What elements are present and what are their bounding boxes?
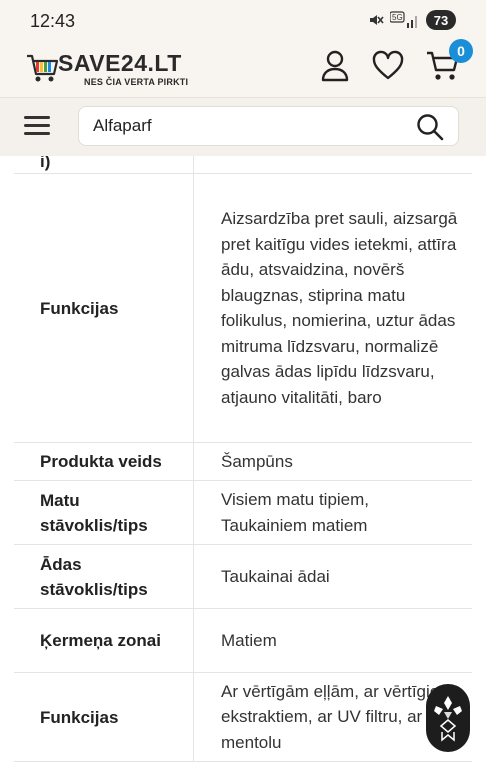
table-row: Produkta veids Šampūns [14, 443, 472, 481]
account-icon[interactable] [320, 50, 350, 87]
spec-label: i) [14, 156, 194, 173]
site-header: SAVE24.LT NES ČIA VERTA PIRKTI [0, 40, 486, 98]
search-input[interactable]: Alfaparf [78, 106, 459, 146]
network-icon: 5G [390, 11, 420, 29]
wishlist-heart-icon[interactable] [372, 50, 404, 87]
spec-value [194, 156, 472, 173]
logo-cart-icon [27, 54, 59, 82]
spec-label: Funkcijas [14, 673, 194, 761]
spec-label: Funkcijas [14, 174, 194, 442]
search-input-value: Alfaparf [93, 116, 152, 135]
status-icons: 5G 73 [368, 10, 456, 30]
table-row: Funkcijas Aizsardzība pret sauli, aizsar… [14, 174, 472, 443]
product-specs-table: i) Funkcijas Aizsardzība pret sauli, aiz… [14, 156, 472, 762]
spec-label: Ķermeņa zonai [14, 609, 194, 672]
spec-label: Ādas stāvoklis/tips [14, 545, 194, 608]
logo-tagline: NES ČIA VERTA PIRKTI [84, 77, 189, 87]
table-row: Ķermeņa zonai Matiem [14, 609, 472, 673]
table-row: Ādas stāvoklis/tips Taukainai ādai [14, 545, 472, 609]
spec-label: Matu stāvoklis/tips [14, 481, 194, 544]
mute-icon [368, 12, 384, 28]
spec-value: Matiem [221, 630, 277, 650]
cart-count-badge[interactable]: 0 [449, 39, 473, 63]
svg-text:5G: 5G [392, 13, 403, 22]
logo-name: SAVE24.LT [58, 50, 182, 76]
site-logo[interactable]: SAVE24.LT NES ČIA VERTA PIRKTI [26, 49, 189, 89]
spec-value: Aizsardzība pret sauli, aizsargā pret ka… [221, 209, 458, 407]
spec-label: Produkta veids [14, 443, 194, 480]
table-row: Funkcijas Ar vērtīgām eļļām, ar vērtīgie… [14, 673, 472, 762]
floating-assistant-button[interactable] [426, 684, 470, 752]
assistant-logo-icon [434, 696, 462, 742]
search-icon[interactable] [416, 113, 444, 146]
search-row: Alfaparf [0, 98, 486, 156]
status-bar: 12:43 5G 73 [0, 0, 486, 40]
status-time: 12:43 [30, 11, 76, 31]
spec-value: Taukainai ādai [221, 566, 330, 586]
table-row: Matu stāvoklis/tips Visiem matu tipiem, … [14, 481, 472, 545]
battery-indicator: 73 [426, 10, 456, 30]
hamburger-menu-icon[interactable] [24, 114, 52, 138]
table-row: i) [14, 156, 472, 174]
spec-value: Visiem matu tipiem, Taukainiem matiem [221, 490, 370, 535]
spec-value: Šampūns [221, 451, 293, 471]
